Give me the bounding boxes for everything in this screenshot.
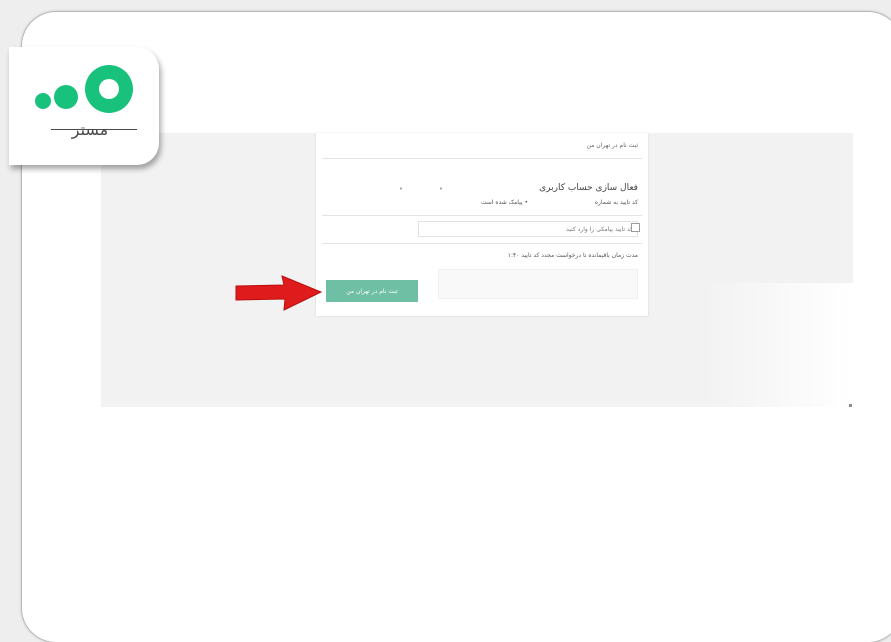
section-divider — [322, 215, 642, 216]
header-divider — [322, 158, 642, 159]
chevron-down-icon: • — [438, 185, 443, 193]
light-glare — [703, 283, 853, 407]
register-button[interactable]: ثبت نام در تهران من — [326, 280, 418, 302]
empty-panel — [438, 269, 638, 299]
corner-dot — [849, 404, 852, 407]
checkbox-icon[interactable] — [631, 223, 640, 232]
right-arrow-icon — [235, 275, 323, 311]
verification-code-input[interactable] — [418, 221, 638, 237]
input-divider — [322, 243, 642, 244]
chevron-down-icon: • — [398, 185, 403, 193]
form-header-title: ثبت نام در تهران من — [586, 142, 638, 149]
logo-underline — [51, 129, 137, 130]
verification-label: کد تایید به شماره — [594, 199, 638, 206]
three-dots-logo-icon — [35, 65, 133, 113]
section-title: فعال سازی حساب کاربری — [539, 183, 638, 193]
countdown-text: مدت زمان باقیمانده تا درخواست مجدد کد تا… — [507, 252, 638, 259]
sms-sent-text: • پیامک شده است — [480, 199, 528, 206]
registration-form: ثبت نام در تهران من فعال سازی حساب کاربر… — [316, 133, 648, 316]
logo-badge: مستر — [9, 47, 159, 165]
